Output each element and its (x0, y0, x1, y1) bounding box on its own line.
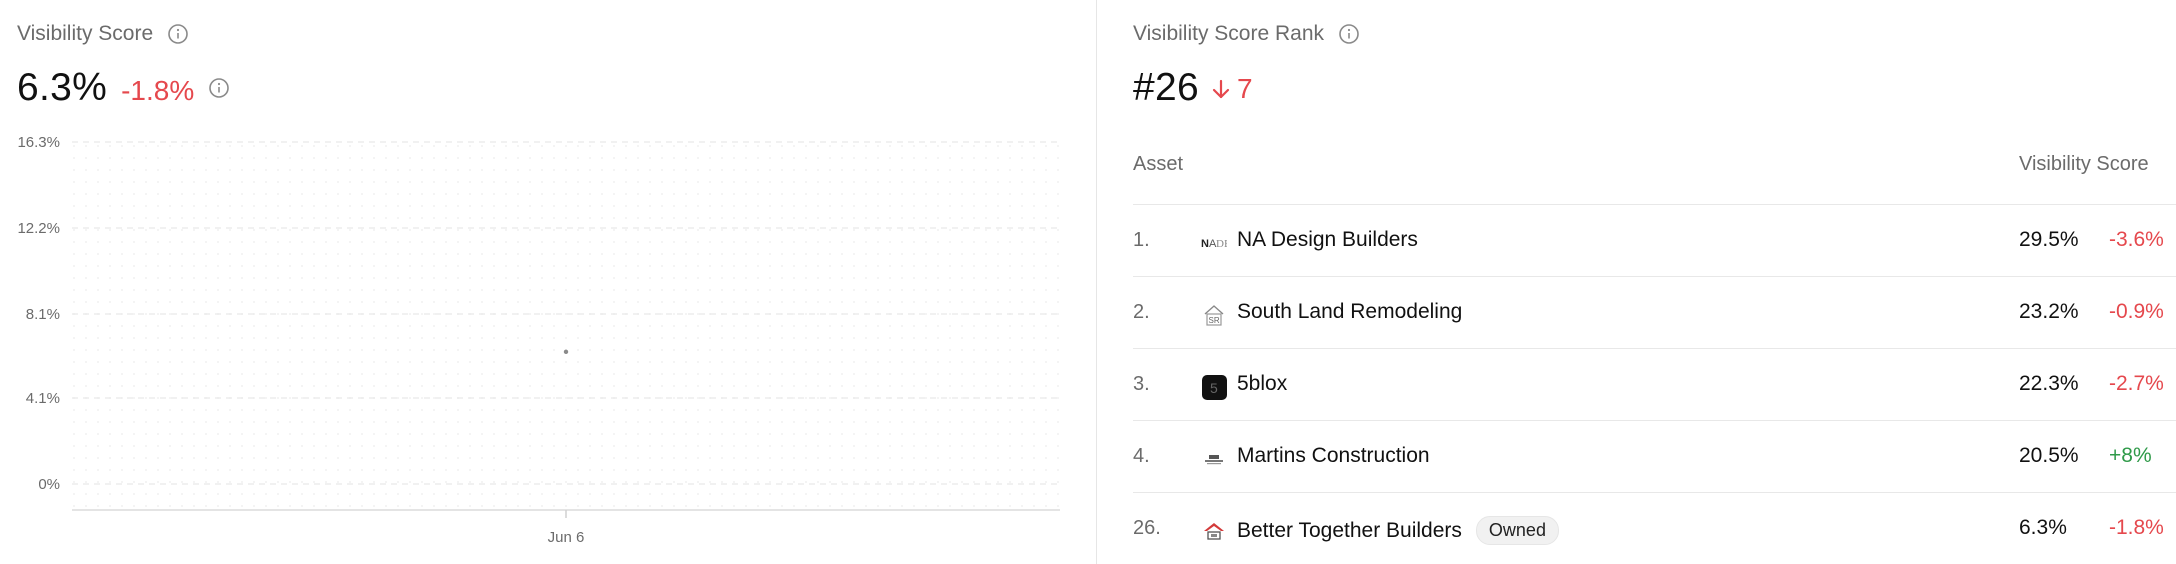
rank-value-row: #26 7 (1133, 66, 1253, 110)
rank-table-header: Asset Visibility Score (1133, 153, 2176, 205)
y-tick-label: 12.2% (17, 220, 60, 237)
row-rank: 26. (1133, 517, 1161, 539)
row-score: 23.2% (2019, 300, 2079, 323)
x-tick-label: Jun 6 (548, 529, 585, 546)
house-sr-logo-icon: SR (1201, 302, 1227, 328)
row-change: -3.6% (2109, 228, 2164, 251)
row-asset-name: 5blox (1237, 372, 1288, 395)
table-row-owned[interactable]: 26. Better Together Builders Owned 6.3% … (1133, 492, 2176, 564)
chart-y-axis: 16.3% 12.2% 8.1% 4.1% 0% (17, 134, 60, 493)
rank-change: 7 (1211, 73, 1253, 105)
y-tick-label: 4.1% (26, 390, 60, 407)
roof-logo-icon (1201, 518, 1227, 544)
row-asset-name: South Land Remodeling (1237, 300, 1463, 323)
svg-text:5: 5 (1210, 380, 1218, 396)
row-rank: 4. (1133, 445, 1150, 467)
column-header-visibility-score: Visibility Score (2019, 153, 2149, 175)
visibility-score-chart: 16.3% 12.2% 8.1% 4.1% 0% Jun 6 (17, 134, 1060, 546)
visibility-rank-title: Visibility Score Rank (1133, 22, 1360, 46)
info-icon[interactable] (208, 77, 230, 99)
visibility-rank-card: Visibility Score Rank #26 7 Asset Visibi… (1097, 0, 2176, 564)
visibility-score-title: Visibility Score (17, 22, 189, 46)
table-row[interactable]: 2. SR South Land Remodeling 23.2% -0.9% (1133, 276, 2176, 348)
row-asset-name: Martins Construction (1237, 444, 1430, 467)
row-change: -1.8% (2109, 516, 2164, 539)
row-asset-name: Better Together Builders (1237, 518, 1462, 542)
y-tick-label: 0% (38, 476, 60, 493)
rank-value: #26 (1133, 66, 1199, 109)
svg-text:DB: DB (1216, 238, 1227, 250)
owned-badge: Owned (1475, 516, 1559, 545)
row-rank: 3. (1133, 373, 1150, 395)
martins-logo-icon (1201, 446, 1227, 472)
table-row[interactable]: 1. NADB NA Design Builders 29.5% -3.6% (1133, 204, 2176, 276)
visibility-score-change: -1.8% (121, 75, 195, 106)
svg-text:N: N (1201, 238, 1209, 250)
visibility-score-title-text: Visibility Score (17, 22, 154, 45)
column-header-asset: Asset (1133, 153, 1184, 175)
row-change: +8% (2109, 444, 2152, 467)
row-asset-name-cell: Better Together Builders Owned (1237, 516, 1559, 545)
chart-points (563, 349, 569, 355)
5blox-logo-icon: 5 (1201, 374, 1227, 400)
table-row[interactable]: 4. Martins Construction 20.5% +8% (1133, 420, 2176, 492)
row-rank: 1. (1133, 229, 1150, 251)
table-row[interactable]: 3. 5 5blox 22.3% -2.7% (1133, 348, 2176, 420)
row-rank: 2. (1133, 301, 1150, 323)
y-tick-label: 8.1% (26, 306, 60, 323)
row-score: 6.3% (2019, 516, 2067, 539)
chart-data-point[interactable] (563, 349, 569, 355)
row-score: 22.3% (2019, 372, 2079, 395)
row-score: 29.5% (2019, 228, 2079, 251)
rank-change-value: 7 (1236, 73, 1253, 104)
row-asset-name: NA Design Builders (1237, 228, 1418, 251)
info-icon[interactable] (1338, 23, 1360, 45)
y-tick-label: 16.3% (17, 134, 60, 151)
svg-text:SR: SR (1209, 316, 1220, 325)
visibility-score-card: Visibility Score 6.3% -1.8% 16.3% 12.2% 8.… (0, 0, 1096, 564)
row-change: -2.7% (2109, 372, 2164, 395)
nadb-logo-icon: NADB (1201, 230, 1227, 256)
visibility-rank-title-text: Visibility Score Rank (1133, 22, 1325, 45)
visibility-score-value: 6.3% (17, 66, 108, 109)
visibility-score-value-row: 6.3% -1.8% (17, 66, 230, 110)
arrow-down-icon (1212, 79, 1230, 99)
info-icon[interactable] (167, 23, 189, 45)
chart-plot-area (72, 142, 1060, 510)
chart-x-axis: Jun 6 (548, 510, 585, 546)
row-change: -0.9% (2109, 300, 2164, 323)
row-score: 20.5% (2019, 444, 2079, 467)
